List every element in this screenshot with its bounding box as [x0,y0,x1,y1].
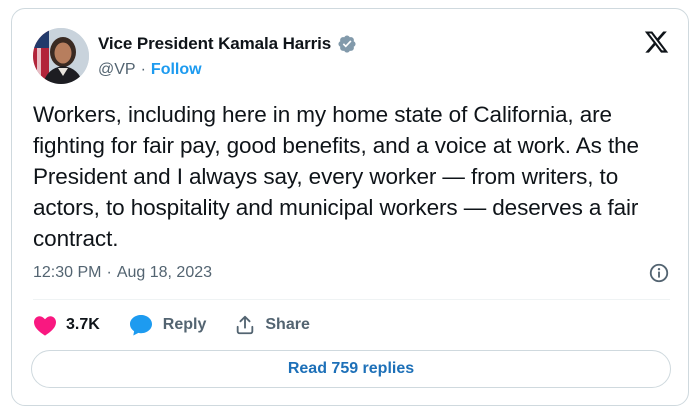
read-replies-button[interactable]: Read 759 replies [31,350,671,388]
x-logo-icon[interactable] [643,29,670,55]
share-button[interactable]: Share [234,314,310,336]
tweet-actions: 3.7K Reply Share [33,312,338,338]
tweet-time: 12:30 PM [33,264,102,281]
like-button[interactable]: 3.7K [33,314,100,336]
reply-label: Reply [162,316,207,333]
timestamp-separator: · [106,264,112,281]
avatar-image [33,28,89,84]
author-handle-row: @VP · Follow [98,61,202,79]
author-name[interactable]: Vice President Kamala Harris [98,34,331,54]
like-count: 3.7K [66,316,100,333]
reply-button[interactable]: Reply [128,313,207,337]
share-label: Share [265,316,310,333]
reply-bubble-icon [129,315,152,336]
verified-badge-icon [338,35,356,53]
tweet-text: Workers, including here in my home state… [33,102,639,251]
read-replies-label: Read 759 replies [287,360,415,377]
avatar[interactable] [33,28,89,84]
divider [33,299,670,300]
author-name-row: Vice President Kamala Harris [98,34,357,54]
author-handle[interactable]: @VP [98,61,136,79]
heart-icon [34,316,56,336]
tweet-date: Aug 18, 2023 [116,264,213,281]
info-icon[interactable] [648,262,670,284]
tweet-timestamp[interactable]: 12:30 PM · Aug 18, 2023 [33,264,212,282]
follow-button[interactable]: Follow [151,61,202,79]
share-icon [237,315,254,335]
handle-separator: · [140,61,146,78]
tweet-card: Vice President Kamala Harris @VP · Follo… [11,8,689,406]
